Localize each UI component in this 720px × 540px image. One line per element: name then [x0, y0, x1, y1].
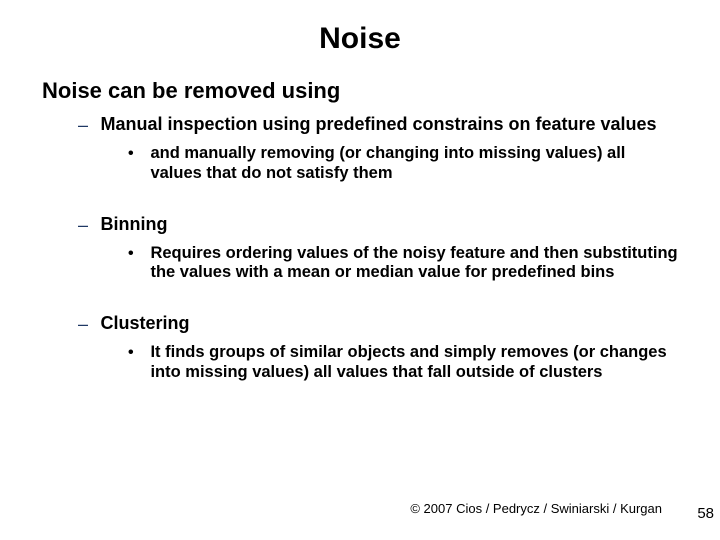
dash-bullet-icon: –: [78, 215, 96, 236]
sub-text: Requires ordering values of the noisy fe…: [150, 244, 680, 284]
method-title: Binning: [100, 214, 167, 236]
dash-bullet-icon: –: [78, 115, 96, 136]
dot-bullet-icon: •: [128, 344, 146, 362]
sub-bullet: • Requires ordering values of the noisy …: [128, 244, 720, 284]
method-item: – Clustering: [78, 313, 720, 335]
copyright-footer: © 2007 Cios / Pedrycz / Swiniarski / Kur…: [410, 501, 662, 516]
dash-bullet-icon: –: [78, 314, 96, 335]
method-title: Clustering: [100, 313, 189, 335]
method-item: – Binning: [78, 214, 720, 236]
intro-text: Noise can be removed using: [42, 78, 720, 104]
method-title: Manual inspection using predefined const…: [100, 114, 656, 136]
sub-bullet: • It finds groups of similar objects and…: [128, 343, 720, 383]
page-number: 58: [697, 505, 714, 522]
dot-bullet-icon: •: [128, 145, 146, 163]
method-item: – Manual inspection using predefined con…: [78, 114, 720, 136]
slide-title: Noise: [0, 0, 720, 78]
dot-bullet-icon: •: [128, 245, 146, 263]
slide: Noise Noise can be removed using – Manua…: [0, 0, 720, 540]
sub-text: It finds groups of similar objects and s…: [150, 343, 680, 383]
sub-text: and manually removing (or changing into …: [150, 144, 680, 184]
sub-bullet: • and manually removing (or changing int…: [128, 144, 720, 184]
